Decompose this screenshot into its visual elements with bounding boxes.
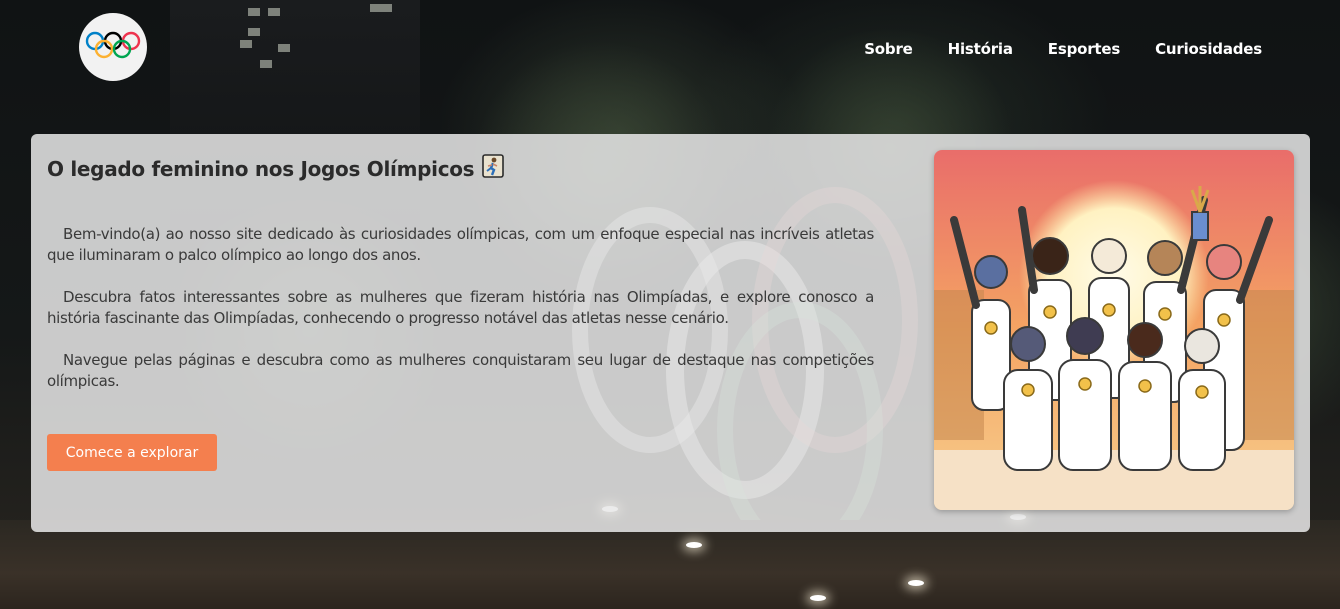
olympic-logo[interactable] [79,13,147,81]
nav-link-esportes[interactable]: Esportes [1048,40,1120,58]
nav-link-historia[interactable]: História [948,40,1013,58]
hero-title-row: O legado feminino nos Jogos Olímpicos [47,154,505,183]
intro-paragraph-3: Navegue pelas páginas e descubra como as… [47,351,874,390]
hero-intro: Bem-vindo(a) ao nosso site dedicado às c… [47,224,874,413]
start-exploring-button[interactable]: Comece a explorar [47,434,217,471]
plaza-floor [0,506,1340,609]
intro-paragraph-2: Descubra fatos interessantes sobre as mu… [47,288,874,327]
hero-card: O legado feminino nos Jogos Olímpicos Be… [31,134,1310,532]
hero-title: O legado feminino nos Jogos Olímpicos [47,156,475,181]
female-olympic-athletes-illustration [934,150,1294,510]
olympic-rings-icon [83,30,143,65]
woman-running-emoji-icon [482,154,505,183]
main-nav: Sobre História Esportes Curiosidades [864,40,1262,58]
intro-paragraph-1: Bem-vindo(a) ao nosso site dedicado às c… [47,225,874,264]
nav-link-sobre[interactable]: Sobre [864,40,913,58]
nav-link-curiosidades[interactable]: Curiosidades [1155,40,1262,58]
